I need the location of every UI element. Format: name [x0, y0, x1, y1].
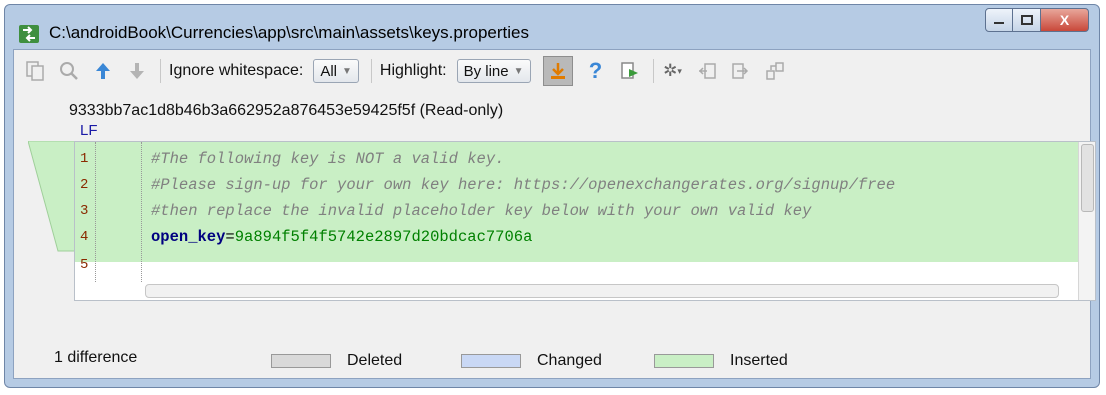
settings-gear-icon[interactable]: ✲ ▾ [662, 60, 684, 82]
chevron-down-icon: ▼ [513, 65, 524, 77]
horizontal-scrollbar[interactable] [145, 284, 1059, 298]
property-value: 9a894f5f4f5742e2897d20bdcac7706a [234, 228, 533, 246]
legend-inserted: Inserted [654, 352, 788, 370]
window-controls: X [985, 8, 1089, 34]
deleted-swatch [271, 354, 331, 368]
minimize-button[interactable] [985, 8, 1013, 32]
line-number: 2 [80, 177, 89, 193]
legend-label: Inserted [730, 352, 788, 369]
legend-deleted: Deleted [271, 352, 402, 370]
property-key: open_key [151, 228, 226, 246]
code-text: open_key=9a894f5f4f5742e2897d20bdcac7706… [151, 228, 532, 246]
minimize-icon [994, 22, 1004, 24]
maximize-button[interactable] [1013, 8, 1041, 32]
apply-right-icon[interactable] [730, 60, 752, 82]
toolbar-separator [370, 59, 372, 83]
previous-difference-icon[interactable] [92, 60, 114, 82]
diff-window: C:\androidBook\Currencies\app\src\main\a… [4, 4, 1100, 388]
find-icon[interactable] [58, 60, 80, 82]
ignore-whitespace-select[interactable]: All ▼ [313, 59, 359, 83]
next-difference-icon[interactable] [126, 60, 148, 82]
legend-changed: Changed [461, 352, 602, 370]
highlight-value: By line [463, 62, 509, 80]
toolbar-separator [160, 59, 161, 83]
code-line[interactable]: 3 #then replace the invalid placeholder … [75, 198, 1081, 224]
maximize-icon [1020, 15, 1033, 25]
close-button[interactable]: X [1041, 8, 1089, 32]
vertical-scrollbar[interactable] [1078, 142, 1095, 300]
diff-panel: Ignore whitespace: All ▼ Highlight: By l… [13, 49, 1096, 379]
status-bar: 1 difference Deleted Changed Inserted [14, 338, 1090, 378]
code-text: #The following key is NOT a valid key. [151, 150, 505, 168]
line-number: 3 [80, 203, 89, 219]
toolbar-separator [652, 59, 654, 83]
line-number: 1 [80, 151, 89, 167]
ignore-whitespace-label: Ignore whitespace: [169, 62, 304, 79]
legend-label: Deleted [347, 352, 403, 369]
highlight-select[interactable]: By line ▼ [456, 59, 531, 83]
difference-count: 1 difference [54, 349, 138, 366]
code-line[interactable]: 1 #The following key is NOT a valid key. [75, 146, 1081, 172]
legend-label: Changed [537, 352, 602, 369]
ignore-whitespace-value: All [320, 62, 337, 80]
apply-left-icon[interactable] [696, 60, 718, 82]
toolbar: Ignore whitespace: All ▼ Highlight: By l… [14, 50, 1090, 92]
window-title: C:\androidBook\Currencies\app\src\main\a… [49, 23, 529, 42]
revision-hash: 9333bb7ac1d8b46b3a662952a876453e59425f5f… [69, 102, 504, 119]
chevron-down-icon: ▼ [341, 65, 352, 77]
title-bar[interactable]: C:\androidBook\Currencies\app\src\main\a… [5, 5, 1099, 53]
diff-editor[interactable]: 1 #The following key is NOT a valid key.… [74, 141, 1096, 301]
property-equals: = [225, 228, 235, 246]
sync-scroll-icon [550, 63, 565, 79]
sync-scroll-toggle[interactable] [542, 56, 573, 86]
line-number: 5 [80, 257, 89, 273]
highlight-label: Highlight: [379, 62, 447, 79]
diff-app-icon [19, 25, 39, 43]
code-text: #Please sign-up for your own key here: h… [151, 176, 896, 194]
line-ending-indicator[interactable]: LF [80, 122, 98, 139]
edit-source-icon[interactable] [619, 60, 641, 82]
copy-icon[interactable] [24, 60, 46, 82]
scrollbar-thumb[interactable] [1081, 144, 1094, 212]
inserted-swatch [654, 354, 714, 368]
diff-connector [28, 141, 76, 252]
close-icon: X [1059, 12, 1070, 28]
line-number: 4 [80, 229, 89, 245]
code-line[interactable]: 2 #Please sign-up for your own key here:… [75, 172, 1081, 198]
code-line[interactable]: 4 open_key=9a894f5f4f5742e2897d20bdcac77… [75, 224, 1081, 250]
help-icon[interactable]: ? [585, 58, 607, 83]
code-text: #then replace the invalid placeholder ke… [151, 202, 812, 220]
merge-icon[interactable] [764, 60, 786, 82]
changed-swatch [461, 354, 521, 368]
code-line[interactable]: 5 [75, 252, 1081, 278]
